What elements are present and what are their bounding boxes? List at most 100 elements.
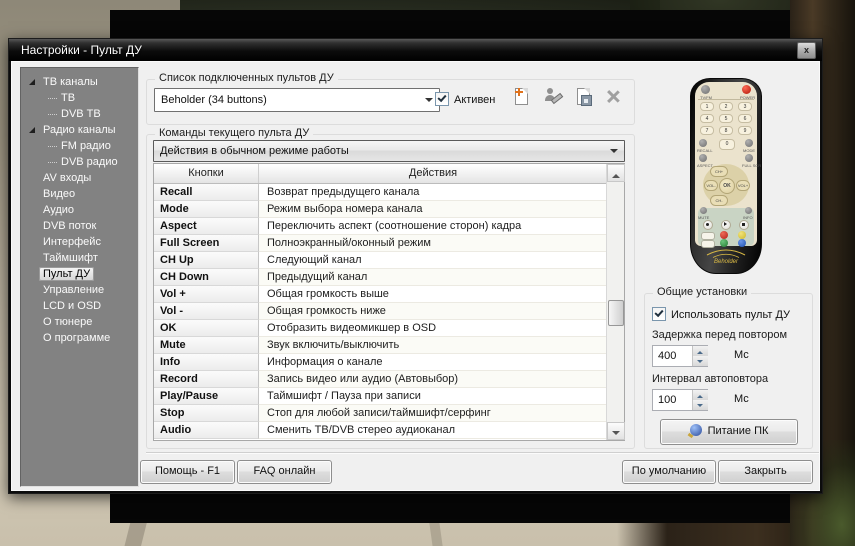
button-name-cell[interactable]: CH Down: [154, 269, 259, 286]
action-cell[interactable]: Следующий канал: [259, 252, 607, 269]
action-cell[interactable]: Полноэкранный/оконный режим: [259, 235, 607, 252]
button-name-cell[interactable]: Full Screen: [154, 235, 259, 252]
sidebar-item-о-тюнере[interactable]: О тюнере: [21, 314, 138, 330]
faq-button[interactable]: FAQ онлайн: [237, 460, 332, 484]
chevron-down-icon[interactable]: [425, 98, 433, 106]
action-cell[interactable]: Общая громкость ниже: [259, 303, 607, 320]
document-icon: [515, 88, 528, 105]
scrollbar-thumb[interactable]: [608, 300, 624, 326]
chevron-down-icon[interactable]: [610, 149, 618, 157]
command-row[interactable]: RecallВозврат предыдущего канала: [154, 184, 607, 201]
command-row[interactable]: Play/PauseТаймшифт / Пауза при записи: [154, 388, 607, 405]
repeat-interval-spinner[interactable]: 100: [652, 389, 708, 411]
column-header-actions[interactable]: Действия: [259, 164, 607, 183]
action-cell[interactable]: Возврат предыдущего канала: [259, 184, 607, 201]
action-cell[interactable]: Звук включить/выключить: [259, 337, 607, 354]
button-name-cell[interactable]: Info: [154, 354, 259, 371]
action-cell[interactable]: Предыдущий канал: [259, 269, 607, 286]
new-remote-button[interactable]: [510, 85, 532, 107]
command-row[interactable]: StopСтоп для любой записи/таймшифт/серфи…: [154, 405, 607, 422]
button-name-cell[interactable]: Mode: [154, 201, 259, 218]
button-name-cell[interactable]: Play/Pause: [154, 388, 259, 405]
command-row[interactable]: ModeРежим выбора номера канала: [154, 201, 607, 218]
use-remote-checkbox[interactable]: Использовать пульт ДУ: [652, 307, 790, 321]
checkbox-box[interactable]: [435, 92, 449, 106]
close-button[interactable]: Закрыть: [718, 460, 813, 484]
sidebar-item-радио-каналы[interactable]: Радио каналы: [21, 122, 138, 138]
button-name-cell[interactable]: Mute: [154, 337, 259, 354]
active-checkbox[interactable]: Активен: [435, 92, 495, 106]
defaults-button[interactable]: По умолчанию: [622, 460, 716, 484]
button-name-cell[interactable]: Aspect: [154, 218, 259, 235]
action-cell[interactable]: Режим выбора номера канала: [259, 201, 607, 218]
command-row[interactable]: InfoИнформация о канале: [154, 354, 607, 371]
sidebar-item-аудио[interactable]: Аудио: [21, 202, 138, 218]
command-row[interactable]: Vol +Общая громкость выше: [154, 286, 607, 303]
sidebar-item-таймшифт[interactable]: Таймшифт: [21, 250, 138, 266]
sidebar-item-fm-радио[interactable]: FM радио: [21, 138, 138, 154]
title-bar[interactable]: Настройки - Пульт ДУ x: [9, 39, 822, 61]
scroll-up-arrow[interactable]: [607, 164, 625, 182]
action-cell[interactable]: Переключить аспект (соотношение сторон) …: [259, 218, 607, 235]
sidebar-item-dvb-тв[interactable]: DVB ТВ: [21, 106, 138, 122]
sidebar-item-тв[interactable]: ТВ: [21, 90, 138, 106]
button-name-cell[interactable]: Vol +: [154, 286, 259, 303]
spin-down-button[interactable]: [692, 356, 708, 366]
save-remote-button[interactable]: [572, 85, 594, 107]
sidebar-item-av-входы[interactable]: AV входы: [21, 170, 138, 186]
button-name-cell[interactable]: OK: [154, 320, 259, 337]
button-name-cell[interactable]: Vol -: [154, 303, 259, 320]
action-cell[interactable]: Таймшифт / Пауза при записи: [259, 388, 607, 405]
button-name-cell[interactable]: Stop: [154, 405, 259, 422]
sidebar-item-видео[interactable]: Видео: [21, 186, 138, 202]
remote-brand-logo: Beholder: [690, 247, 762, 271]
action-cell[interactable]: Стоп для любой записи/таймшифт/серфинг: [259, 405, 607, 422]
sidebar-item-label: Управление: [43, 284, 104, 296]
sidebar-item-dvb-радио[interactable]: DVB радио: [21, 154, 138, 170]
sidebar-item-lcd-и-osd[interactable]: LCD и OSD: [21, 298, 138, 314]
delete-remote-button[interactable]: [602, 85, 624, 107]
button-name-cell[interactable]: Record: [154, 371, 259, 388]
sidebar-item-пульт-ду[interactable]: Пульт ДУ: [21, 266, 138, 282]
command-row[interactable]: Full ScreenПолноэкранный/оконный режим: [154, 235, 607, 252]
command-row[interactable]: OKОтобразить видеомикшер в OSD: [154, 320, 607, 337]
table-scrollbar[interactable]: [606, 164, 624, 440]
help-button[interactable]: Помощь - F1: [140, 460, 235, 484]
button-name-cell[interactable]: Audio: [154, 422, 259, 439]
repeat-delay-value[interactable]: 400: [658, 346, 676, 366]
remote-digit-key: 0: [719, 139, 735, 150]
command-row[interactable]: Vol -Общая громкость ниже: [154, 303, 607, 320]
command-row[interactable]: MuteЗвук включить/выключить: [154, 337, 607, 354]
button-name-cell[interactable]: CH Up: [154, 252, 259, 269]
action-cell[interactable]: Общая громкость выше: [259, 286, 607, 303]
remote-select[interactable]: Beholder (34 buttons): [154, 88, 440, 112]
repeat-interval-value[interactable]: 100: [658, 390, 676, 410]
spin-down-button[interactable]: [692, 400, 708, 410]
sidebar-item-интерфейс[interactable]: Интерфейс: [21, 234, 138, 250]
pc-power-button[interactable]: Питание ПК: [660, 419, 798, 445]
sidebar-item-управление[interactable]: Управление: [21, 282, 138, 298]
close-window-button[interactable]: x: [797, 42, 816, 59]
sidebar-item-о-программе[interactable]: О программе: [21, 330, 138, 346]
sidebar-item-тв-каналы[interactable]: ТВ каналы: [21, 74, 138, 90]
column-header-buttons[interactable]: Кнопки: [154, 164, 259, 183]
action-cell[interactable]: Информация о канале: [259, 354, 607, 371]
action-cell[interactable]: Запись видео или аудио (Автовыбор): [259, 371, 607, 388]
command-row[interactable]: CH DownПредыдущий канал: [154, 269, 607, 286]
scroll-down-arrow[interactable]: [607, 422, 625, 440]
tree-expander-icon[interactable]: [29, 127, 35, 133]
button-name-cell[interactable]: Recall: [154, 184, 259, 201]
command-row[interactable]: AudioСменить ТВ/DVB стерео аудиоканал: [154, 422, 607, 439]
command-mode-select[interactable]: Действия в обычном режиме работы: [153, 140, 625, 162]
repeat-delay-spinner[interactable]: 400: [652, 345, 708, 367]
checkbox-box[interactable]: [652, 307, 666, 321]
tree-expander-icon[interactable]: [29, 79, 35, 85]
command-row[interactable]: CH UpСледующий канал: [154, 252, 607, 269]
action-cell[interactable]: Сменить ТВ/DVB стерео аудиоканал: [259, 422, 607, 439]
command-row[interactable]: AspectПереключить аспект (соотношение ст…: [154, 218, 607, 235]
command-row[interactable]: RecordЗапись видео или аудио (Автовыбор): [154, 371, 607, 388]
edit-remote-button[interactable]: [541, 85, 563, 107]
sidebar-item-dvb-поток[interactable]: DVB поток: [21, 218, 138, 234]
table-body: RecallВозврат предыдущего каналаModeРежи…: [154, 184, 607, 440]
action-cell[interactable]: Отобразить видеомикшер в OSD: [259, 320, 607, 337]
